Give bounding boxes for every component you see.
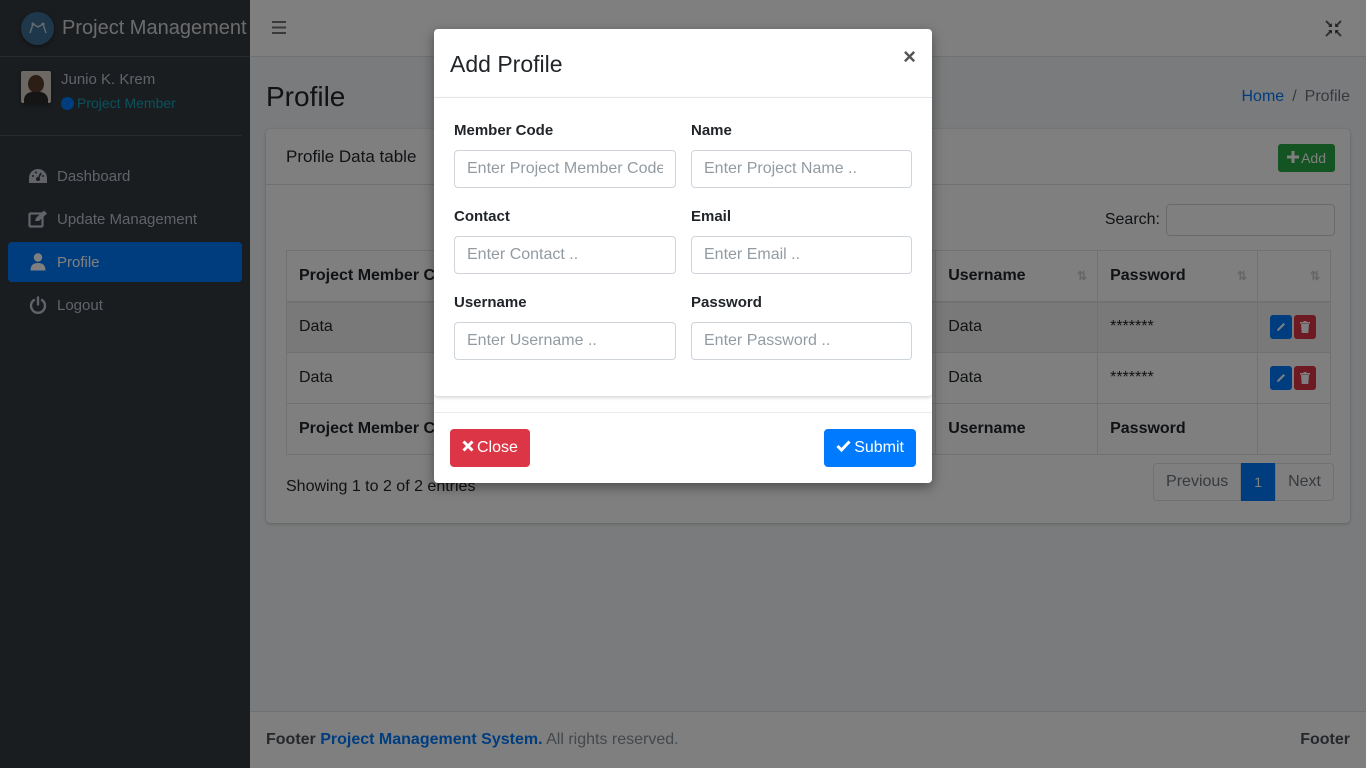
add-profile-modal: Add Profile × Member Code Name Contact E…: [434, 29, 932, 483]
form-group-contact: Contact: [454, 208, 676, 294]
close-button[interactable]: Close: [450, 429, 530, 467]
close-icon[interactable]: ×: [903, 46, 916, 68]
times-icon: [462, 439, 474, 457]
member-code-input[interactable]: [454, 150, 676, 188]
profile-form: Member Code Name Contact Email Username …: [454, 122, 912, 380]
modal-header: Add Profile ×: [434, 29, 932, 98]
password-input[interactable]: [691, 322, 912, 360]
submit-button-label: Submit: [854, 439, 904, 456]
form-group-email: Email: [691, 208, 912, 294]
member-code-label: Member Code: [454, 122, 554, 139]
contact-label: Contact: [454, 208, 510, 225]
name-label: Name: [691, 122, 732, 139]
submit-button[interactable]: Submit: [824, 429, 916, 467]
close-button-label: Close: [477, 439, 518, 456]
modal-footer: Close Submit: [434, 412, 932, 483]
username-input[interactable]: [454, 322, 676, 360]
form-group-name: Name: [691, 122, 912, 208]
email-input[interactable]: [691, 236, 912, 274]
modal-title: Add Profile: [450, 50, 563, 77]
form-group-username: Username: [454, 294, 676, 380]
modal-body: Member Code Name Contact Email Username …: [434, 98, 932, 397]
password-label: Password: [691, 294, 762, 311]
form-group-password: Password: [691, 294, 912, 380]
username-label: Username: [454, 294, 527, 311]
contact-input[interactable]: [454, 236, 676, 274]
check-icon: [836, 439, 851, 457]
form-group-member-code: Member Code: [454, 122, 676, 208]
name-input[interactable]: [691, 150, 912, 188]
email-label: Email: [691, 208, 732, 225]
